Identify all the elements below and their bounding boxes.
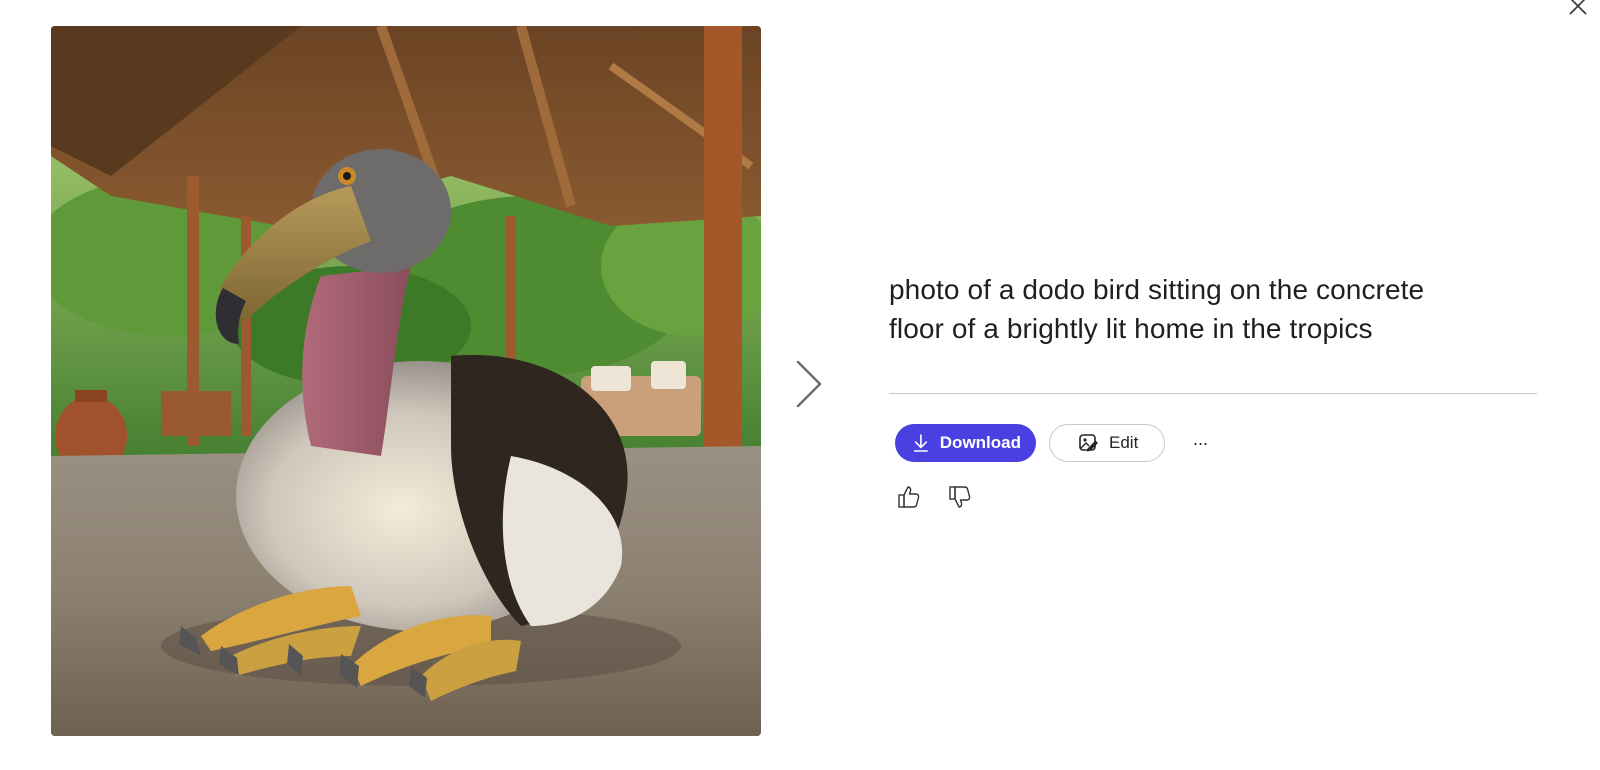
edit-button[interactable]: Edit	[1049, 424, 1165, 462]
close-icon	[1569, 0, 1587, 15]
thumbs-down-icon	[949, 486, 971, 508]
edit-image-icon	[1079, 434, 1098, 452]
download-button[interactable]: Download	[895, 424, 1036, 462]
more-options-button[interactable]: ···	[1187, 430, 1213, 456]
dislike-button[interactable]	[947, 484, 973, 510]
divider	[889, 393, 1537, 394]
chevron-right-icon	[796, 360, 822, 408]
feedback-bar	[896, 484, 998, 510]
generated-image[interactable]	[51, 26, 761, 736]
action-bar: Download Edit ···	[895, 424, 1213, 462]
prompt-line-1: photo of a dodo bird sitting on the conc…	[889, 274, 1425, 305]
thumbs-up-icon	[898, 486, 920, 508]
image-viewer: photo of a dodo bird sitting on the conc…	[0, 0, 1600, 770]
close-button[interactable]	[1566, 0, 1590, 18]
edit-label: Edit	[1109, 433, 1139, 452]
like-button[interactable]	[896, 484, 922, 510]
more-icon: ···	[1192, 432, 1209, 453]
next-image-button[interactable]	[792, 358, 824, 410]
image-prompt: photo of a dodo bird sitting on the conc…	[889, 270, 1549, 348]
download-icon	[913, 434, 928, 452]
download-label: Download	[939, 433, 1021, 452]
prompt-line-2: floor of a brightly lit home in the trop…	[889, 313, 1373, 344]
